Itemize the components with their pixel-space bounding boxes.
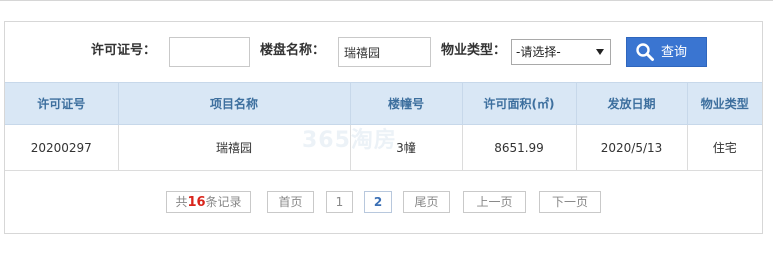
cell-building-number: 3幢 (350, 124, 463, 171)
project-name-label: 楼盘名称： (260, 43, 326, 58)
search-icon (636, 43, 654, 61)
column-header-permit-area: 许可面积(㎡) (462, 82, 577, 125)
cell-permit-number: 20200297 (5, 124, 119, 171)
column-header-permit-number: 许可证号 (5, 82, 119, 125)
total-count: 16 (187, 195, 206, 210)
column-header-project-name: 项目名称 (118, 82, 351, 125)
page: 许可证号： 楼盘名称： 物业类型： -请选择- 查询 (0, 0, 773, 257)
search-panel: 许可证号： 楼盘名称： 物业类型： -请选择- 查询 (4, 21, 763, 234)
table-row: 20200297 瑞禧园 3幢 8651.99 2020/5/13 住宅 (5, 124, 762, 171)
pagination: 共16条记录 首页 1 2 尾页 上一页 下一页 (5, 191, 762, 217)
search-bar: 许可证号： 楼盘名称： 物业类型： -请选择- 查询 (5, 22, 762, 83)
last-page-button[interactable]: 尾页 (403, 191, 450, 213)
cell-project-name: 瑞禧园 (118, 124, 351, 171)
column-header-issue-date: 发放日期 (576, 82, 688, 125)
column-header-property-type: 物业类型 (687, 82, 762, 125)
property-type-selected: -请选择- (516, 45, 561, 59)
cell-permit-area: 8651.99 (462, 124, 577, 171)
page-1-button[interactable]: 1 (326, 191, 353, 213)
column-header-building-number: 楼幢号 (350, 82, 463, 125)
cell-property-type: 住宅 (687, 124, 762, 171)
total-records: 共16条记录 (166, 191, 251, 213)
page-2-button[interactable]: 2 (364, 191, 392, 213)
table-header-row: 许可证号 项目名称 楼幢号 许可面积(㎡) 发放日期 物业类型 (5, 82, 762, 125)
permit-table: 许可证号 项目名称 楼幢号 许可面积(㎡) 发放日期 物业类型 20200297… (5, 82, 762, 171)
chevron-down-icon (596, 49, 604, 55)
permit-number-input[interactable] (169, 37, 250, 67)
property-type-select[interactable]: -请选择- (511, 39, 611, 65)
first-page-button[interactable]: 首页 (267, 191, 314, 213)
top-divider (0, 0, 773, 1)
prev-page-button[interactable]: 上一页 (463, 191, 526, 213)
total-prefix: 共 (175, 195, 188, 209)
next-page-button[interactable]: 下一页 (539, 191, 601, 213)
cell-issue-date: 2020/5/13 (576, 124, 688, 171)
search-button[interactable]: 查询 (626, 37, 707, 67)
total-suffix: 条记录 (205, 195, 242, 209)
project-name-input[interactable] (338, 37, 431, 67)
permit-label: 许可证号： (91, 43, 157, 58)
property-type-label: 物业类型： (441, 43, 507, 58)
search-button-label: 查询 (661, 44, 688, 59)
